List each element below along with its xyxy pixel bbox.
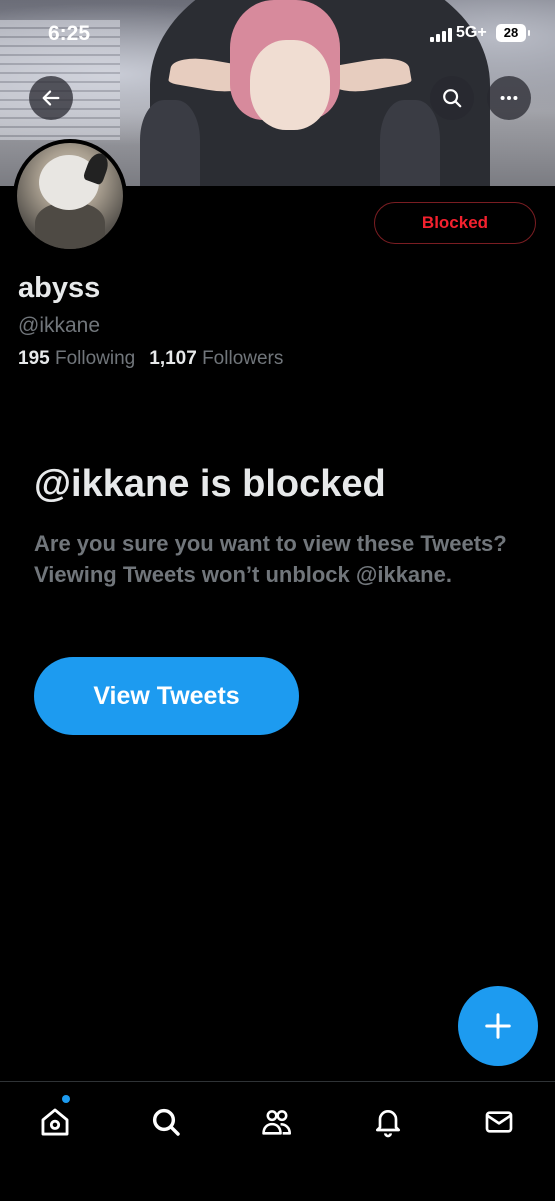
view-tweets-button[interactable]: View Tweets [34,657,299,735]
more-icon [500,95,518,101]
more-button[interactable] [487,76,531,120]
battery-icon: 28 [496,24,530,42]
following-label: Following [54,348,136,369]
plus-icon [485,1013,511,1039]
compose-button[interactable] [458,986,538,1066]
avatar[interactable] [13,139,127,253]
profile-handle: @ikkane [18,314,101,337]
communities-icon [262,1110,292,1135]
search-icon [443,89,462,108]
back-arrow-icon [42,90,60,106]
mail-icon [485,1111,513,1133]
tab-home[interactable] [35,1102,75,1142]
signal-icon [430,28,452,42]
tab-bar [0,1081,555,1201]
following-count: 195 [18,348,50,369]
followers-label: Followers [202,348,284,369]
tab-messages[interactable] [479,1102,519,1142]
profile-stats: 195 Following 1,107 Followers [18,348,283,370]
search-button[interactable] [430,76,474,120]
blocked-title: @ikkane is blocked [34,463,386,505]
followers-link[interactable]: 1,107 Followers [149,348,283,369]
following-link[interactable]: 195 Following [18,348,135,369]
blocked-button[interactable]: Blocked [374,202,536,244]
tab-communities[interactable] [257,1102,297,1142]
blocked-description: Are you sure you want to view these Twee… [34,531,507,587]
tab-notifications[interactable] [368,1102,408,1142]
avatar-figure-horn [82,150,112,186]
home-icon [41,1108,69,1136]
status-time: 6:25 [48,22,91,45]
banner-figure-left [140,100,200,186]
tab-search[interactable] [146,1102,186,1142]
avatar-image [17,143,123,249]
profile-name: abyss [18,272,101,304]
banner-figure-right [380,100,440,186]
network-label: 5G+ [456,24,487,41]
followers-count: 1,107 [149,348,197,369]
home-notification-dot [62,1095,70,1103]
search-icon [152,1108,180,1136]
bell-icon [376,1110,400,1138]
back-button[interactable] [29,76,73,120]
status-bar: 6:25 5G+ 28 [0,0,555,60]
